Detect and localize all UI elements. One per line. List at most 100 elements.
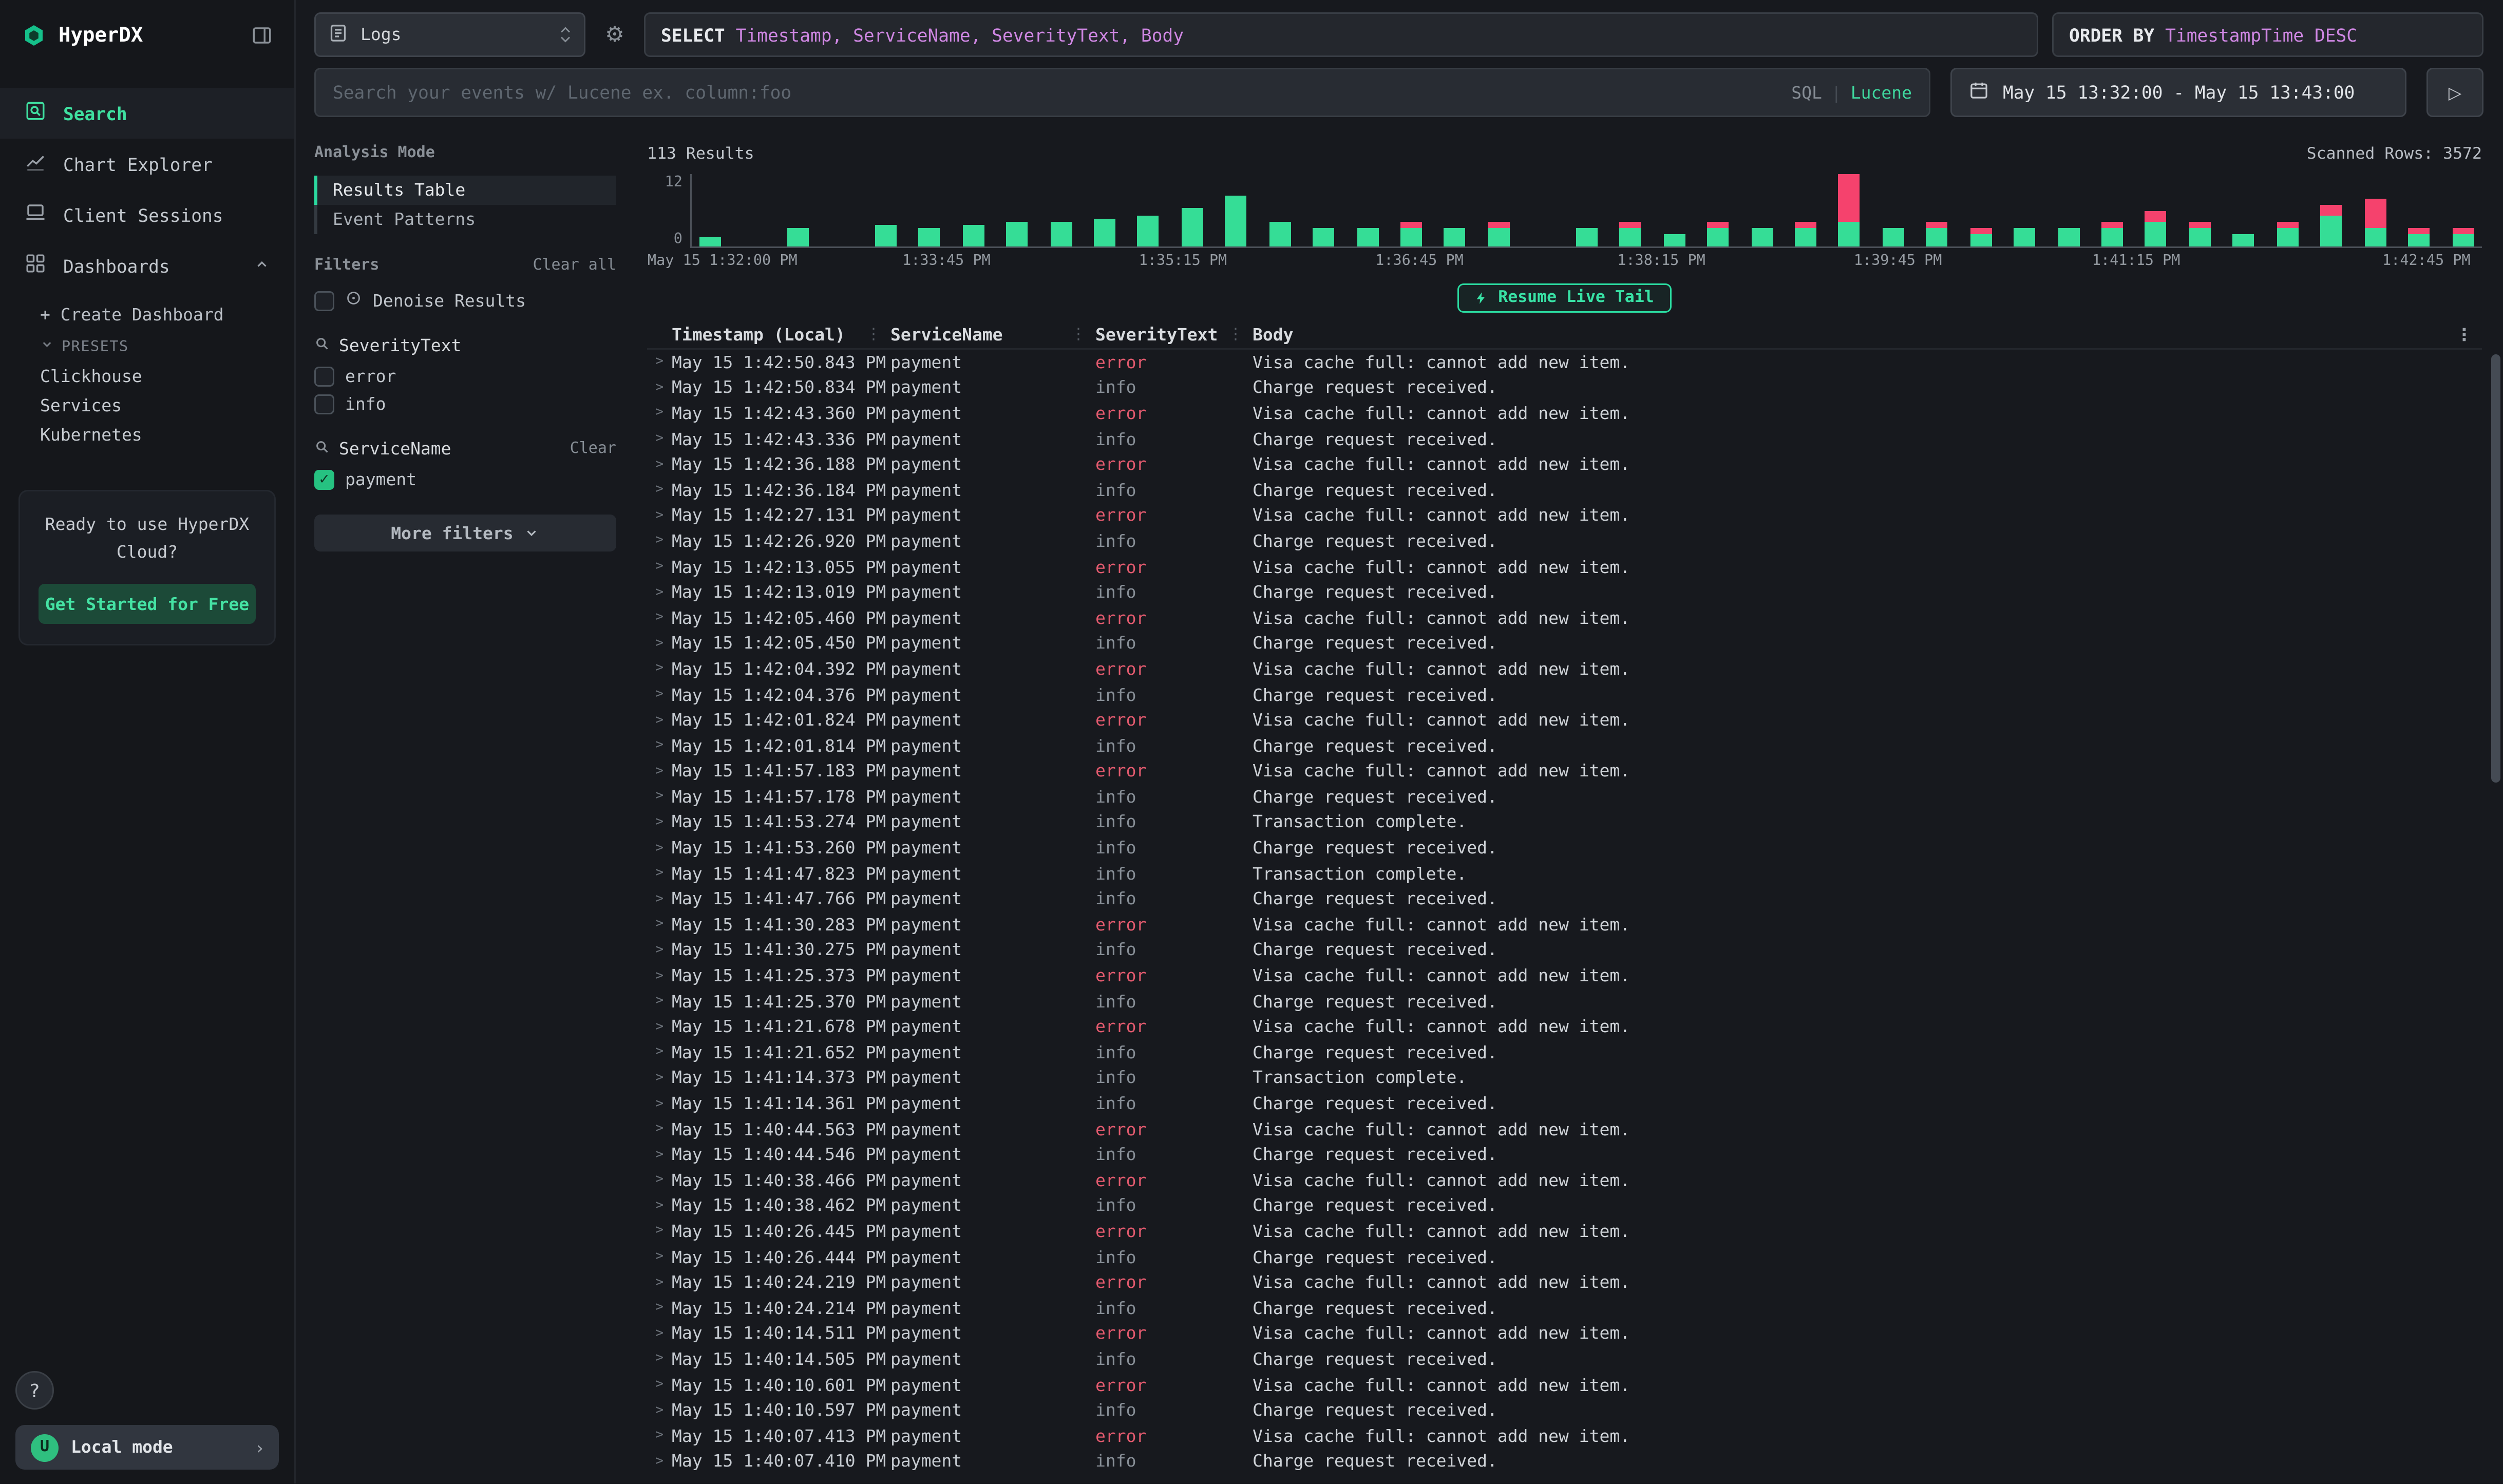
row-expand-icon[interactable]: > xyxy=(647,917,672,933)
row-expand-icon[interactable]: > xyxy=(647,1352,672,1367)
info-checkbox[interactable] xyxy=(314,394,334,414)
row-expand-icon[interactable]: > xyxy=(647,1019,672,1035)
source-settings-gear-icon[interactable]: ⚙ xyxy=(599,23,630,47)
row-expand-icon[interactable]: > xyxy=(647,1071,672,1086)
search-input[interactable] xyxy=(333,82,1779,103)
table-row[interactable]: >May 15 1:41:47.823 PMpaymentinfoTransac… xyxy=(647,861,2482,887)
table-row[interactable]: >May 15 1:40:26.444 PMpaymentinfoCharge … xyxy=(647,1244,2482,1270)
mode-event-patterns[interactable]: Event Patterns xyxy=(314,205,616,234)
denoise-results-option[interactable]: Denoise Results xyxy=(314,290,616,311)
table-row[interactable]: >May 15 1:41:53.260 PMpaymentinfoCharge … xyxy=(647,835,2482,861)
table-row[interactable]: >May 15 1:40:38.466 PMpaymenterrorVisa c… xyxy=(647,1168,2482,1193)
histogram-bar[interactable] xyxy=(1313,174,1334,246)
histogram-bar[interactable] xyxy=(962,174,984,246)
row-expand-icon[interactable]: > xyxy=(647,1096,672,1112)
row-expand-icon[interactable]: > xyxy=(647,789,672,805)
table-row[interactable]: >May 15 1:42:01.814 PMpaymentinfoCharge … xyxy=(647,733,2482,759)
table-row[interactable]: >May 15 1:41:47.766 PMpaymentinfoCharge … xyxy=(647,886,2482,912)
row-expand-icon[interactable]: > xyxy=(647,1249,672,1265)
row-expand-icon[interactable]: > xyxy=(647,764,672,779)
sidebar-item-client-sessions[interactable]: Client Sessions xyxy=(0,189,294,240)
error-checkbox[interactable] xyxy=(314,367,334,387)
row-expand-icon[interactable]: > xyxy=(647,1377,672,1393)
row-expand-icon[interactable]: > xyxy=(647,713,672,728)
histogram-bar[interactable] xyxy=(1181,174,1203,246)
histogram-bar[interactable] xyxy=(2058,174,2079,246)
histogram-bar[interactable] xyxy=(1532,174,1553,246)
facet-option-error[interactable]: error xyxy=(314,367,616,387)
help-button[interactable]: ? xyxy=(15,1372,54,1410)
row-expand-icon[interactable]: > xyxy=(647,943,672,958)
row-expand-icon[interactable]: > xyxy=(647,968,672,984)
histogram-bar[interactable] xyxy=(2321,174,2342,246)
order-by-editor[interactable]: ORDER BY TimestampTime DESC xyxy=(2052,12,2483,57)
histogram-bar[interactable] xyxy=(875,174,896,246)
row-expand-icon[interactable]: > xyxy=(647,738,672,754)
row-expand-icon[interactable]: > xyxy=(647,1147,672,1163)
denoise-checkbox[interactable] xyxy=(314,291,334,311)
histogram-bar[interactable] xyxy=(1926,174,1948,246)
histogram-bar[interactable] xyxy=(743,174,765,246)
table-row[interactable]: >May 15 1:40:44.563 PMpaymenterrorVisa c… xyxy=(647,1116,2482,1142)
histogram-bar[interactable] xyxy=(2014,174,2035,246)
row-expand-icon[interactable]: > xyxy=(647,559,672,575)
histogram-bar[interactable] xyxy=(1751,174,1773,246)
header-severity-text[interactable]: SeverityText ⋮ xyxy=(1095,325,1253,345)
row-expand-icon[interactable]: > xyxy=(647,1173,672,1188)
histogram-bar[interactable] xyxy=(2233,174,2254,246)
table-row[interactable]: >May 15 1:42:43.336 PMpaymentinfoCharge … xyxy=(647,426,2482,452)
header-timestamp[interactable]: Timestamp (Local) ⋮ xyxy=(672,325,890,345)
histogram-bar[interactable] xyxy=(2277,174,2298,246)
row-expand-icon[interactable]: > xyxy=(647,380,672,396)
row-expand-icon[interactable]: > xyxy=(647,431,672,447)
row-expand-icon[interactable]: > xyxy=(647,866,672,882)
histogram-bar[interactable] xyxy=(919,174,940,246)
table-row[interactable]: >May 15 1:41:25.373 PMpaymenterrorVisa c… xyxy=(647,963,2482,989)
table-row[interactable]: >May 15 1:42:43.360 PMpaymenterrorVisa c… xyxy=(647,401,2482,427)
histogram-bar[interactable] xyxy=(1444,174,1466,246)
table-row[interactable]: >May 15 1:42:04.376 PMpaymentinfoCharge … xyxy=(647,682,2482,708)
table-row[interactable]: >May 15 1:41:21.678 PMpaymenterrorVisa c… xyxy=(647,1014,2482,1040)
run-query-button[interactable]: ▷ xyxy=(2426,68,2483,117)
row-expand-icon[interactable]: > xyxy=(647,585,672,600)
clear-service-name-link[interactable]: Clear xyxy=(570,441,616,458)
table-row[interactable]: >May 15 1:42:05.450 PMpaymentinfoCharge … xyxy=(647,631,2482,657)
date-range-picker[interactable]: May 15 13:32:00 - May 15 13:43:00 xyxy=(1950,68,2406,117)
table-row[interactable]: >May 15 1:41:53.274 PMpaymentinfoTransac… xyxy=(647,810,2482,835)
row-expand-icon[interactable]: > xyxy=(647,841,672,856)
histogram-bar[interactable] xyxy=(1576,174,1597,246)
preset-item-kubernetes[interactable]: Kubernetes xyxy=(0,421,294,450)
histogram-bar[interactable] xyxy=(2364,174,2386,246)
histogram-bar[interactable] xyxy=(1970,174,1992,246)
histogram-bar[interactable] xyxy=(1269,174,1291,246)
table-row[interactable]: >May 15 1:41:14.361 PMpaymentinfoCharge … xyxy=(647,1091,2482,1117)
language-lucene-option[interactable]: Lucene xyxy=(1851,83,1912,103)
histogram-bar[interactable] xyxy=(1663,174,1685,246)
histogram-bar[interactable] xyxy=(1094,174,1115,246)
table-row[interactable]: >May 15 1:42:50.834 PMpaymentinfoCharge … xyxy=(647,375,2482,401)
histogram-bar[interactable] xyxy=(2189,174,2211,246)
row-expand-icon[interactable]: > xyxy=(647,1454,672,1469)
vertical-scrollbar[interactable] xyxy=(2491,354,2500,783)
histogram-bar[interactable] xyxy=(699,174,721,246)
row-expand-icon[interactable]: > xyxy=(647,994,672,1009)
table-row[interactable]: >May 15 1:42:13.019 PMpaymentinfoCharge … xyxy=(647,580,2482,605)
table-row[interactable]: >May 15 1:42:04.392 PMpaymenterrorVisa c… xyxy=(647,656,2482,682)
payment-checkbox[interactable]: ✓ xyxy=(314,470,334,490)
table-menu-icon[interactable]: ⋮ xyxy=(2456,325,2473,345)
histogram-bar[interactable] xyxy=(1400,174,1422,246)
row-expand-icon[interactable]: > xyxy=(647,1301,672,1316)
table-row[interactable]: >May 15 1:40:07.413 PMpaymenterrorVisa c… xyxy=(647,1423,2482,1449)
row-expand-icon[interactable]: > xyxy=(647,815,672,830)
histogram-bar[interactable] xyxy=(2452,174,2474,246)
histogram-bar[interactable] xyxy=(1838,174,1860,246)
histogram-bar[interactable] xyxy=(1137,174,1159,246)
histogram-bar[interactable] xyxy=(2408,174,2430,246)
row-expand-icon[interactable]: > xyxy=(647,457,672,472)
table-row[interactable]: >May 15 1:41:21.652 PMpaymentinfoCharge … xyxy=(647,1040,2482,1066)
header-body[interactable]: Body ⋮ xyxy=(1253,325,2482,345)
histogram-bar[interactable] xyxy=(1882,174,1904,246)
table-row[interactable]: >May 15 1:40:14.505 PMpaymentinfoCharge … xyxy=(647,1346,2482,1372)
table-row[interactable]: >May 15 1:42:50.843 PMpaymenterrorVisa c… xyxy=(647,350,2482,375)
histogram-bar[interactable] xyxy=(1225,174,1247,246)
